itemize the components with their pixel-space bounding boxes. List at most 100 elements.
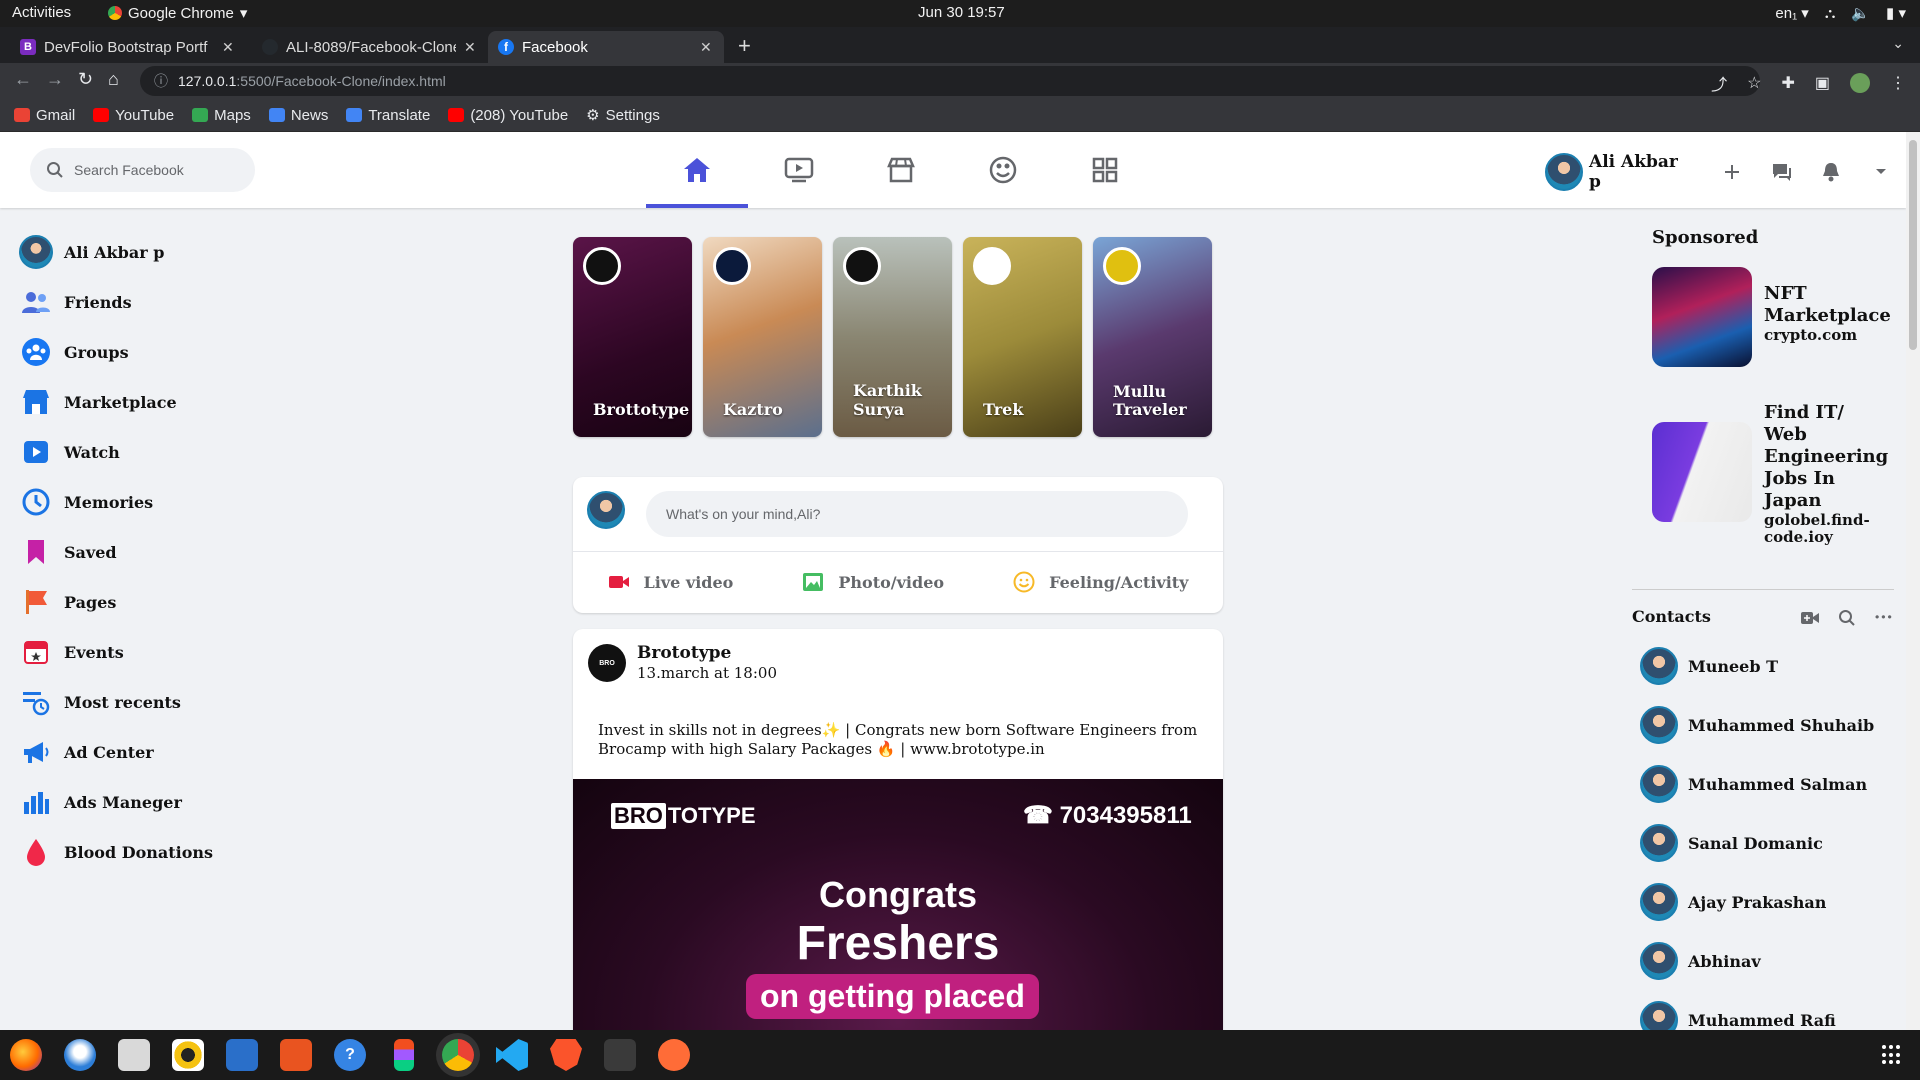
messenger-button[interactable]: [1757, 162, 1807, 182]
more-options-icon[interactable]: ···: [1874, 607, 1893, 628]
sidebar-item-marketplace[interactable]: Marketplace: [20, 377, 320, 427]
tab-facebook[interactable]: f Facebook ✕: [488, 31, 724, 63]
create-button[interactable]: [1707, 163, 1757, 181]
bookmark-translate[interactable]: Translate: [346, 107, 430, 124]
nav-watch[interactable]: [748, 132, 850, 208]
vscode-icon[interactable]: [496, 1039, 528, 1071]
page-scrollbar[interactable]: [1906, 132, 1920, 1030]
scrollbar-thumb[interactable]: [1909, 140, 1917, 350]
tab-github[interactable]: ALI-8089/Facebook-Clone ✕: [252, 31, 486, 63]
firefox-icon[interactable]: [10, 1039, 42, 1071]
nav-home[interactable]: [646, 132, 748, 208]
close-icon[interactable]: ✕: [700, 39, 712, 56]
sidebar-item-blood-donations[interactable]: Blood Donations: [20, 827, 320, 877]
story-card[interactable]: Kaztro: [703, 237, 822, 437]
contact-item[interactable]: Ajay Prakashan: [1640, 883, 1826, 921]
feeling-activity-button[interactable]: Feeling/Activity: [1013, 571, 1188, 593]
sidebar-item-events[interactable]: Events: [20, 627, 320, 677]
sidebar-item-groups[interactable]: Groups: [20, 327, 320, 377]
address-bar[interactable]: ⓘ 127.0.0.1:5500/Facebook-Clone/index.ht…: [140, 66, 1760, 96]
bookmark-youtube-208[interactable]: (208) YouTube: [448, 107, 568, 124]
notifications-button[interactable]: [1807, 161, 1857, 183]
info-icon[interactable]: ⓘ: [154, 71, 168, 91]
contact-item[interactable]: Muneeb T: [1640, 647, 1778, 685]
sponsored-ad[interactable]: NFT Marketplace crypto.com: [1652, 267, 1891, 367]
story-card[interactable]: Trek: [963, 237, 1082, 437]
bookmark-news[interactable]: News: [268, 107, 328, 124]
sidebar-item-friends[interactable]: Friends: [20, 277, 320, 327]
chrome-dock-icon[interactable]: [442, 1039, 474, 1071]
post-timestamp[interactable]: 13.march at 18:00: [637, 664, 777, 682]
close-icon[interactable]: ✕: [464, 39, 476, 56]
post-author[interactable]: Brototype: [637, 643, 731, 663]
software-center-icon[interactable]: [280, 1039, 312, 1071]
help-icon[interactable]: ?: [334, 1039, 366, 1071]
profile-avatar[interactable]: [1850, 73, 1870, 93]
app-menu[interactable]: Google Chrome ▾: [108, 4, 247, 22]
activities-button[interactable]: Activities: [12, 4, 71, 21]
postman-icon[interactable]: [658, 1039, 690, 1071]
sidebar-item-ad-center[interactable]: Ad Center: [20, 727, 320, 777]
story-card[interactable]: Brottotype: [573, 237, 692, 437]
photo-video-button[interactable]: Photo/video: [802, 572, 944, 592]
writer-icon[interactable]: [226, 1039, 258, 1071]
avatar[interactable]: [1545, 153, 1583, 191]
new-tab-button[interactable]: +: [738, 33, 751, 59]
post-image[interactable]: BRO TOTYPE ☎ 7034395811 Congrats Freshers…: [573, 779, 1223, 1030]
reload-icon[interactable]: ↻: [78, 69, 93, 90]
contact-item[interactable]: Muhammed Shuhaib: [1640, 706, 1874, 744]
contact-item[interactable]: Muhammed Rafi: [1640, 1001, 1836, 1030]
sponsored-ad[interactable]: Find IT/ Web Engineering Jobs In Japan g…: [1652, 402, 1888, 546]
back-icon[interactable]: ←: [14, 69, 32, 90]
account-menu-button[interactable]: [1856, 167, 1906, 177]
extensions-icon[interactable]: ✚: [1781, 73, 1794, 93]
live-video-button[interactable]: Live video: [608, 573, 733, 592]
bookmark-youtube[interactable]: YouTube: [93, 107, 174, 124]
terminal-icon[interactable]: [604, 1039, 636, 1071]
thunderbird-icon[interactable]: [64, 1039, 96, 1071]
story-card[interactable]: Karthik Surya: [833, 237, 952, 437]
story-card[interactable]: Mullu Traveler: [1093, 237, 1212, 437]
tab-search-button[interactable]: ⌄: [1892, 35, 1904, 52]
contact-item[interactable]: Sanal Domanic: [1640, 824, 1823, 862]
nav-more[interactable]: [1054, 132, 1156, 208]
contact-item[interactable]: Abhinav: [1640, 942, 1761, 980]
figma-icon[interactable]: [394, 1039, 414, 1071]
close-icon[interactable]: ✕: [222, 39, 234, 56]
search-input[interactable]: Search Facebook: [30, 148, 255, 192]
tab-devfolio[interactable]: B DevFolio Bootstrap Portf ✕: [10, 31, 244, 63]
side-panel-icon[interactable]: ▣: [1815, 73, 1830, 93]
new-room-icon[interactable]: [1800, 611, 1820, 625]
sidebar-item-ads-manager[interactable]: Ads Maneger: [20, 777, 320, 827]
header-user-name[interactable]: Ali Akbar p: [1589, 152, 1687, 192]
status-input[interactable]: What's on your mind,Ali?: [646, 491, 1188, 537]
share-icon[interactable]: ⤴: [1711, 71, 1727, 95]
menu-icon[interactable]: ⋮: [1890, 73, 1906, 93]
language-indicator[interactable]: en₁ ▾: [1775, 4, 1808, 22]
sidebar-item-saved[interactable]: Saved: [20, 527, 320, 577]
forward-icon[interactable]: →: [46, 69, 64, 90]
contact-item[interactable]: Muhammed Salman: [1640, 765, 1867, 803]
files-icon[interactable]: [118, 1039, 150, 1071]
sidebar-item-memories[interactable]: Memories: [20, 477, 320, 527]
brave-icon[interactable]: [550, 1039, 582, 1071]
rhythmbox-icon[interactable]: [172, 1039, 204, 1071]
clock[interactable]: Jun 30 19:57: [918, 4, 1005, 21]
sidebar-item-watch[interactable]: Watch: [20, 427, 320, 477]
ad-domain: golobel.find-code.ioy: [1764, 511, 1870, 546]
home-icon[interactable]: ⌂: [108, 69, 119, 90]
nav-marketplace[interactable]: [850, 132, 952, 208]
bookmark-star-icon[interactable]: ☆: [1747, 73, 1761, 93]
system-tray[interactable]: en₁ ▾ ⛬ 🔈 ▮ ▾: [1775, 4, 1906, 23]
sidebar-item-most-recents[interactable]: Most recents: [20, 677, 320, 727]
bookmark-settings[interactable]: ⚙ Settings: [586, 106, 660, 125]
sidebar-item-pages[interactable]: Pages: [20, 577, 320, 627]
sidebar-item-profile[interactable]: Ali Akbar p: [19, 227, 320, 277]
nav-gaming[interactable]: [952, 132, 1054, 208]
search-icon[interactable]: [1838, 609, 1856, 627]
bookmark-maps[interactable]: Maps: [192, 107, 251, 124]
translate-icon: [346, 108, 363, 122]
show-apps-icon[interactable]: [1882, 1045, 1902, 1065]
bookmark-gmail[interactable]: Gmail: [14, 107, 75, 124]
post-author-avatar[interactable]: BRO: [588, 644, 626, 682]
